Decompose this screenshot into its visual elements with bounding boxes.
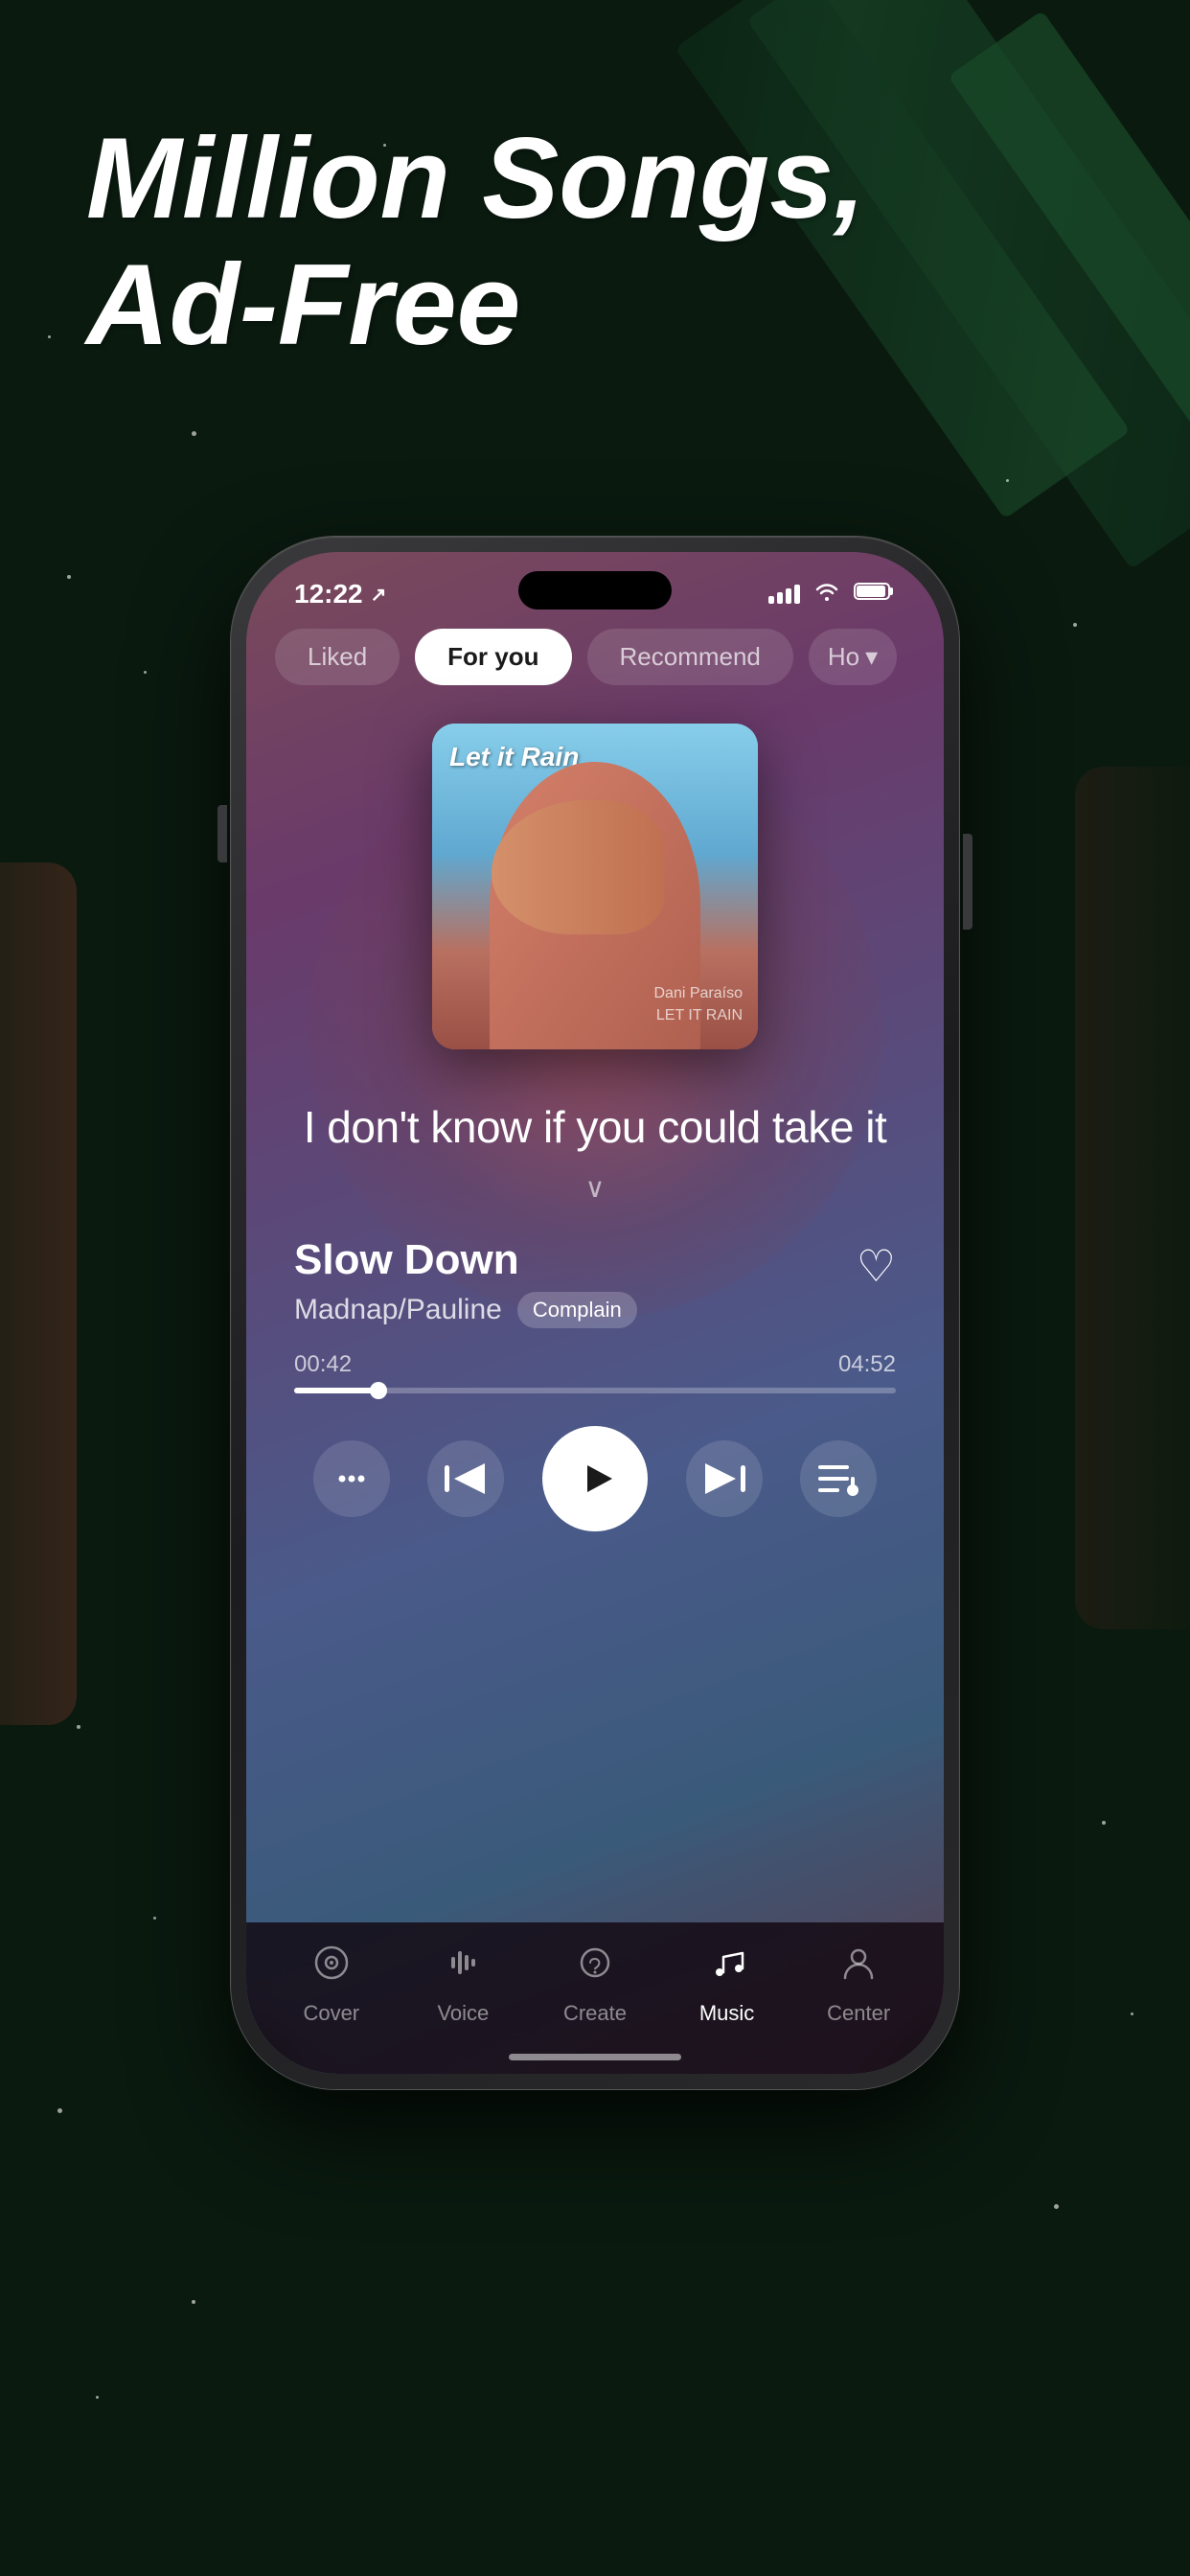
album-art-bg: Let it Rain Dani ParaísoLET IT RAIN xyxy=(432,724,758,1049)
next-button[interactable] xyxy=(686,1440,763,1517)
total-time: 04:52 xyxy=(838,1351,896,1378)
headline-line1: Million Songs, xyxy=(86,115,1190,242)
create-icon xyxy=(574,1942,616,1993)
progress-fill xyxy=(294,1388,378,1393)
album-section: Let it Rain Dani ParaísoLET IT RAIN xyxy=(246,695,944,1069)
signal-bar-4 xyxy=(794,585,800,604)
status-time: 12:22 ↗ xyxy=(294,579,386,610)
tab-more[interactable]: Ho ▾ xyxy=(809,629,897,685)
song-title: Slow Down xyxy=(294,1236,637,1284)
tabs-bar: Liked For you Recommend Ho ▾ xyxy=(246,619,944,695)
nav-item-voice[interactable]: Voice xyxy=(415,1942,511,2026)
signal-bars xyxy=(768,585,800,604)
battery-icon xyxy=(854,581,896,608)
lyrics-text: I don't know if you could take it xyxy=(294,1097,896,1157)
options-button[interactable] xyxy=(313,1440,390,1517)
album-title: Let it Rain xyxy=(449,741,579,773)
cover-icon xyxy=(310,1942,353,1993)
song-info: Slow Down Madnap/Pauline Complain ♡ xyxy=(246,1213,944,1338)
phone-screen: 12:22 ↗ xyxy=(246,552,944,2074)
album-small-text: Dani ParaísoLET IT RAIN xyxy=(654,983,744,1026)
progress-times: 00:42 04:52 xyxy=(294,1351,896,1378)
headline: Million Songs, Ad-Free xyxy=(0,115,1190,368)
nav-item-center[interactable]: Center xyxy=(811,1942,906,2026)
prev-button[interactable] xyxy=(427,1440,504,1517)
status-icons xyxy=(768,581,896,608)
nav-label-create: Create xyxy=(563,2001,627,2026)
phone-mockup: 12:22 ↗ xyxy=(231,537,959,2089)
song-tag[interactable]: Complain xyxy=(517,1292,637,1328)
tab-recommend[interactable]: Recommend xyxy=(587,629,793,685)
progress-section: 00:42 04:52 xyxy=(246,1338,944,1407)
dynamic-island xyxy=(518,571,672,610)
nav-item-music[interactable]: Music xyxy=(679,1942,775,2026)
bottom-nav: Cover Voice xyxy=(246,1922,944,2074)
queue-button[interactable] xyxy=(800,1440,877,1517)
progress-thumb[interactable] xyxy=(370,1382,387,1399)
location-icon: ↗ xyxy=(371,583,387,607)
nav-label-cover: Cover xyxy=(303,2001,359,2026)
phone-outer: 12:22 ↗ xyxy=(231,537,959,2089)
lyrics-section[interactable]: I don't know if you could take it ∨ xyxy=(246,1069,944,1213)
voice-icon xyxy=(442,1942,484,1993)
home-indicator xyxy=(509,2054,681,2060)
lyrics-expand-icon[interactable]: ∨ xyxy=(294,1172,896,1204)
signal-bar-3 xyxy=(786,588,791,604)
song-details: Slow Down Madnap/Pauline Complain xyxy=(294,1236,637,1328)
album-art[interactable]: Let it Rain Dani ParaísoLET IT RAIN xyxy=(432,724,758,1049)
tab-liked[interactable]: Liked xyxy=(275,629,400,685)
wifi-icon xyxy=(813,581,840,608)
controls-section xyxy=(246,1407,944,1560)
signal-bar-1 xyxy=(768,596,774,604)
play-button[interactable] xyxy=(542,1426,648,1531)
current-time: 00:42 xyxy=(294,1351,352,1378)
nav-item-cover[interactable]: Cover xyxy=(284,1942,379,2026)
center-icon xyxy=(837,1942,880,1993)
nav-label-music: Music xyxy=(699,2001,754,2026)
headline-line2: Ad-Free xyxy=(86,242,1190,368)
side-phone-left xyxy=(0,862,77,1725)
progress-bar[interactable] xyxy=(294,1388,896,1393)
time-display: 12:22 xyxy=(294,579,363,610)
song-artist-row: Madnap/Pauline Complain xyxy=(294,1292,637,1328)
nav-label-center: Center xyxy=(827,2001,890,2026)
side-phone-right xyxy=(1075,767,1190,1629)
tab-for-you[interactable]: For you xyxy=(415,629,571,685)
chevron-down-icon: ▾ xyxy=(865,642,878,672)
signal-bar-2 xyxy=(777,592,783,604)
like-button[interactable]: ♡ xyxy=(857,1240,896,1292)
nav-label-voice: Voice xyxy=(437,2001,489,2026)
song-artist: Madnap/Pauline xyxy=(294,1294,502,1326)
music-icon xyxy=(706,1942,748,1993)
nav-item-create[interactable]: Create xyxy=(547,1942,643,2026)
